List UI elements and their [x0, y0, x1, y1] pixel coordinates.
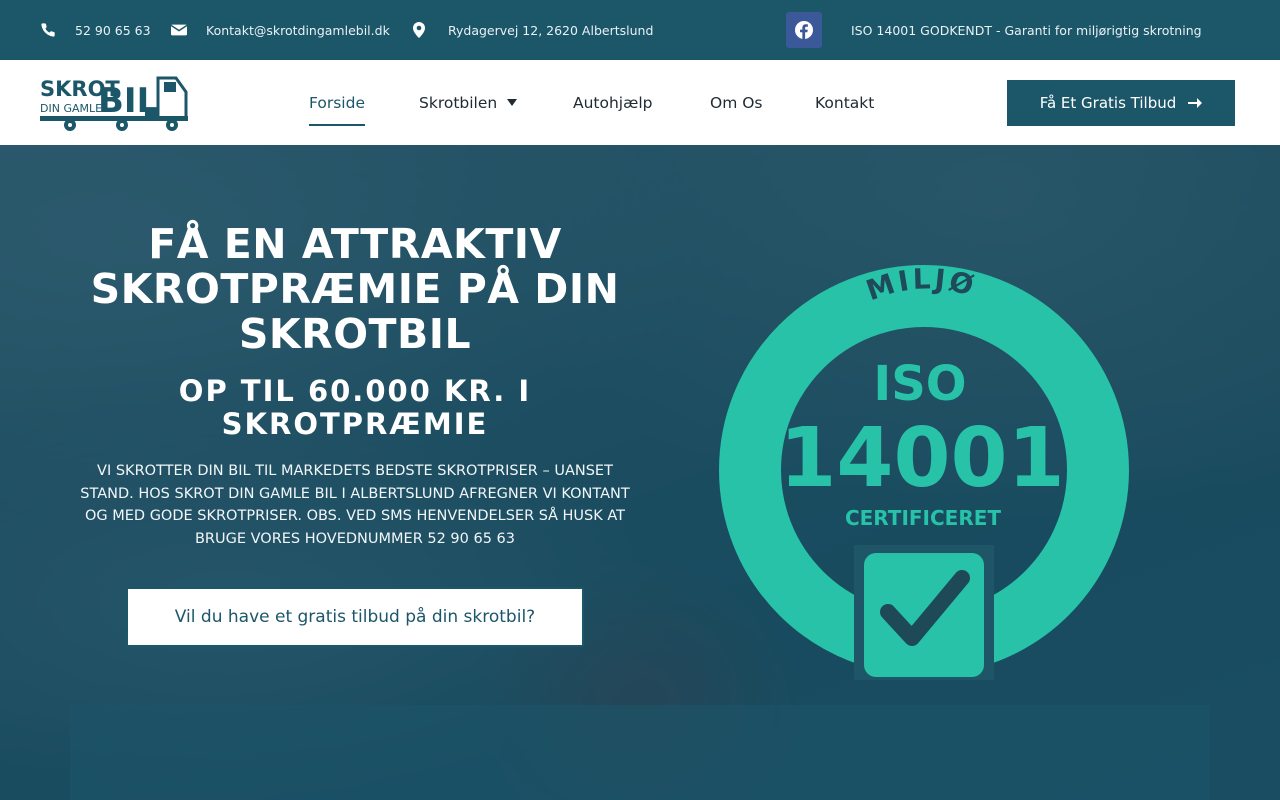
- badge-number: 14001: [779, 411, 1064, 506]
- envelope-icon: [171, 24, 187, 36]
- top-bar: 52 90 65 63 Kontakt@skrotdingamlebil.dk …: [0, 0, 1280, 60]
- address-contact[interactable]: Rydagervej 12, 2620 Albertslund: [413, 0, 653, 60]
- phone-icon: [41, 23, 55, 37]
- iso-notice: ISO 14001 GODKENDT - Garanti for miljøri…: [851, 0, 1202, 60]
- arrow-right-icon: [1188, 98, 1203, 108]
- email-address: Kontakt@skrotdingamlebil.dk: [206, 22, 390, 38]
- badge-iso: ISO: [873, 356, 966, 412]
- hero-subheadline: OP TIL 60.000 KR. I SKROTPRÆMIE: [178, 374, 532, 441]
- main-header: SKROT DIN GAMLE BIL Forside Skrotbilen A…: [0, 60, 1280, 145]
- badge-certified: CERTIFICERET: [845, 506, 1001, 530]
- email-contact[interactable]: Kontakt@skrotdingamlebil.dk: [171, 0, 390, 60]
- iso-14001-badge: MILJØ ISO 14001 CERTIFICERET: [719, 262, 1129, 680]
- free-quote-button[interactable]: Få Et Gratis Tilbud: [1007, 80, 1235, 126]
- nav-label-autohjaelp: Autohjælp: [573, 93, 653, 112]
- hero-body-text: VI SKROTTER DIN BIL TIL MARKEDETS BEDSTE…: [80, 463, 630, 548]
- logo-word-sub: DIN GAMLE: [40, 102, 102, 115]
- facebook-icon: [795, 21, 813, 39]
- caret-down-icon: [507, 99, 518, 106]
- active-underline: [309, 124, 365, 126]
- content-panel-top: [70, 705, 1210, 800]
- nav-label-kontakt: Kontakt: [815, 93, 875, 112]
- phone-contact[interactable]: 52 90 65 63: [40, 0, 151, 60]
- free-quote-label: Få Et Gratis Tilbud: [1039, 94, 1177, 112]
- nav-item-skrotbilen[interactable]: Skrotbilen: [419, 60, 518, 145]
- nav-item-kontakt[interactable]: Kontakt: [815, 60, 874, 145]
- nav-item-autohjaelp[interactable]: Autohjælp: [573, 60, 652, 145]
- nav-label-forside: Forside: [309, 93, 365, 112]
- address-text: Rydagervej 12, 2620 Albertslund: [448, 22, 654, 38]
- hero-section: FÅ EN ATTRAKTIV SKROTPRÆMIE PÅ DIN SKROT…: [0, 145, 1280, 800]
- nav-label-skrotbilen: Skrotbilen: [419, 93, 498, 112]
- iso-notice-text: ISO 14001 GODKENDT - Garanti for miljøri…: [851, 22, 1202, 38]
- logo-truck-graphic: SKROT DIN GAMLE BIL: [40, 76, 188, 131]
- facebook-button[interactable]: [786, 12, 822, 48]
- hero-quote-button[interactable]: Vil du have et gratis tilbud på din skro…: [126, 587, 584, 647]
- hero-headline: FÅ EN ATTRAKTIV SKROTPRÆMIE PÅ DIN SKROT…: [90, 220, 620, 358]
- map-marker-icon: [413, 22, 425, 38]
- nav-label-om-os: Om Os: [710, 93, 763, 112]
- phone-number: 52 90 65 63: [75, 22, 151, 38]
- nav-item-om-os[interactable]: Om Os: [710, 60, 763, 145]
- site-logo[interactable]: SKROT DIN GAMLE BIL: [40, 74, 190, 132]
- nav-item-forside[interactable]: Forside: [309, 60, 365, 145]
